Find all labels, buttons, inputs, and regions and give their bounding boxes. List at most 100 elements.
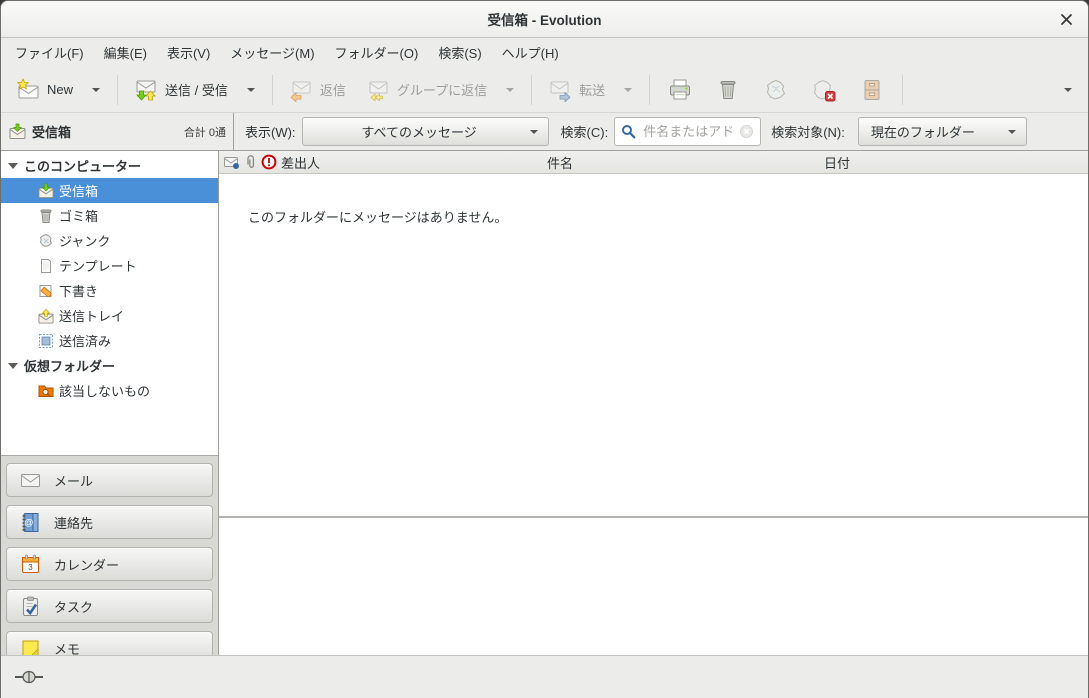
- priority-column-icon[interactable]: [261, 154, 277, 170]
- archive-icon: [859, 77, 885, 103]
- expander-icon[interactable]: [7, 360, 19, 372]
- toolbar: New 送信 / 受信: [1, 67, 1088, 113]
- expander-icon[interactable]: [7, 160, 19, 172]
- switcher-label: 連絡先: [54, 513, 93, 532]
- sidebar-item-label: テンプレート: [59, 256, 137, 275]
- folder-header: 受信箱 合計 0通: [1, 113, 234, 150]
- switcher-contacts-button[interactable]: @ 連絡先: [6, 505, 213, 539]
- trash-icon: [38, 208, 54, 224]
- plug-icon: [14, 667, 44, 687]
- inbox-icon: [9, 123, 26, 140]
- calendar-icon: 3: [20, 554, 41, 575]
- trash-icon: [715, 77, 741, 103]
- send-receive-icon: [134, 78, 158, 102]
- menu-edit[interactable]: 編集(E): [94, 38, 157, 67]
- chevron-down-icon: [530, 130, 538, 134]
- print-icon: [667, 77, 693, 103]
- show-label: 表示(W):: [245, 122, 296, 141]
- new-message-button[interactable]: New: [9, 73, 80, 107]
- not-junk-icon: [811, 77, 837, 103]
- sent-icon: [38, 333, 54, 349]
- chevron-down-icon: [1008, 130, 1016, 134]
- sidebar-item-outbox[interactable]: 送信トレイ: [1, 303, 218, 328]
- column-date[interactable]: 日付: [824, 151, 850, 173]
- send-receive-button[interactable]: 送信 / 受信: [127, 73, 235, 107]
- search-scope-dropdown[interactable]: 現在のフォルダー: [858, 117, 1027, 146]
- menu-search[interactable]: 検索(S): [428, 38, 491, 67]
- online-status-button[interactable]: [14, 667, 44, 687]
- new-button-label: New: [47, 82, 73, 97]
- current-folder-label: 受信箱: [32, 122, 71, 141]
- menu-file[interactable]: ファイル(F): [5, 38, 94, 67]
- switcher-tasks-button[interactable]: タスク: [6, 589, 213, 623]
- menu-help[interactable]: ヘルプ(H): [492, 38, 569, 67]
- send-receive-dropdown[interactable]: [235, 83, 263, 97]
- forward-dropdown[interactable]: [612, 83, 640, 97]
- toolbar-overflow-button[interactable]: [1052, 83, 1080, 97]
- sidebar-item-inbox[interactable]: 受信箱: [1, 178, 218, 203]
- forward-button[interactable]: 転送: [541, 73, 612, 107]
- switcher-label: メール: [54, 471, 93, 490]
- archive-button[interactable]: [851, 72, 893, 108]
- switcher-mail-button[interactable]: メール: [6, 463, 213, 497]
- reply-group-label: グループに返信: [397, 80, 487, 99]
- forward-icon: [548, 78, 572, 102]
- not-junk-button[interactable]: [803, 72, 845, 108]
- close-icon: [1060, 13, 1073, 26]
- sidebar-item-trash[interactable]: ゴミ箱: [1, 203, 218, 228]
- inbox-icon: [38, 183, 54, 199]
- column-from[interactable]: 差出人: [281, 153, 320, 172]
- search-box: [614, 117, 761, 146]
- sidebar-item-label: ジャンク: [59, 231, 110, 250]
- reply-group-dropdown[interactable]: [494, 83, 522, 97]
- tree-group-search-folders[interactable]: 仮想フォルダー: [1, 353, 218, 378]
- search-label: 検索(C):: [561, 122, 609, 141]
- folder-tree: このコンピューター 受信箱: [1, 151, 218, 455]
- show-filter-dropdown[interactable]: すべてのメッセージ: [302, 117, 549, 146]
- column-subject[interactable]: 件名: [547, 151, 573, 173]
- sidebar-item-label: 送信済み: [59, 331, 111, 350]
- read-status-column-icon[interactable]: [224, 155, 240, 170]
- view-switcher: メール @ 連絡先: [1, 455, 218, 673]
- tree-group-label: 仮想フォルダー: [24, 356, 115, 375]
- new-mail-icon: [16, 78, 40, 102]
- attachment-column-icon[interactable]: [244, 155, 257, 170]
- new-message-dropdown[interactable]: [80, 83, 108, 97]
- menubar: ファイル(F) 編集(E) 表示(V) メッセージ(M) フォルダー(O) 検索…: [1, 38, 1088, 67]
- evolution-window: 受信箱 - Evolution ファイル(F) 編集(E) 表示(V) メッセー…: [0, 0, 1089, 698]
- close-button[interactable]: [1056, 9, 1076, 29]
- search-folder-icon: [38, 383, 54, 399]
- search-input[interactable]: [641, 123, 734, 140]
- sidebar-item-junk[interactable]: ジャンク: [1, 228, 218, 253]
- preview-pane[interactable]: [219, 518, 1088, 655]
- switcher-label: タスク: [54, 597, 93, 616]
- sidebar-item-templates[interactable]: テンプレート: [1, 253, 218, 278]
- message-list[interactable]: このフォルダーにメッセージはありません。: [219, 174, 1088, 516]
- sidebar-item-sent[interactable]: 送信済み: [1, 328, 218, 353]
- message-count-label: 合計 0通: [184, 124, 226, 140]
- sidebar-item-unmatched[interactable]: 該当しないもの: [1, 378, 218, 403]
- menu-view[interactable]: 表示(V): [157, 38, 220, 67]
- menu-folder[interactable]: フォルダー(O): [325, 38, 429, 67]
- reply-group-button[interactable]: グループに返信: [359, 73, 494, 107]
- menu-message[interactable]: メッセージ(M): [220, 38, 324, 67]
- tree-group-this-computer[interactable]: このコンピューター: [1, 153, 218, 178]
- titlebar[interactable]: 受信箱 - Evolution: [1, 1, 1088, 38]
- print-button[interactable]: [659, 72, 701, 108]
- search-scope-value: 現在のフォルダー: [869, 122, 1004, 141]
- search-icon: [621, 124, 636, 139]
- toolbar-separator: [649, 75, 650, 105]
- junk-button[interactable]: [755, 72, 797, 108]
- show-filter-value: すべてのメッセージ: [313, 122, 526, 141]
- sidebar-item-label: 受信箱: [59, 181, 98, 200]
- sidebar-item-drafts[interactable]: 下書き: [1, 278, 218, 303]
- junk-icon: [38, 233, 54, 249]
- reply-button[interactable]: 返信: [282, 73, 353, 107]
- delete-button[interactable]: [707, 72, 749, 108]
- clear-search-icon[interactable]: [739, 124, 754, 139]
- message-list-header: 差出人 件名 日付: [219, 151, 1088, 174]
- window-title: 受信箱 - Evolution: [488, 9, 602, 29]
- sidebar-item-label: ゴミ箱: [59, 206, 98, 225]
- forward-label: 転送: [579, 80, 605, 99]
- switcher-calendar-button[interactable]: 3 カレンダー: [6, 547, 213, 581]
